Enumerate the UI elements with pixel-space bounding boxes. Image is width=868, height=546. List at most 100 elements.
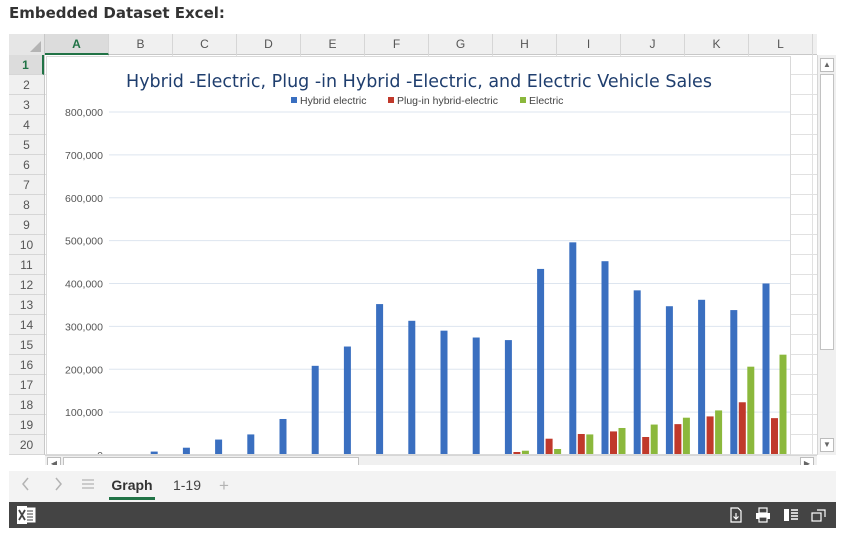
column-header-i[interactable]: I [557,34,621,55]
row-headers: 1 2 3 4 5 6 7 8 9 10 11 12 13 14 15 16 17 18 19 20 [9,55,45,455]
bar-1-2016 [674,424,682,454]
column-header-h[interactable]: H [493,34,557,55]
column-header-a[interactable]: A [45,34,109,55]
column-headers: ABCDEFGHIJKL [9,34,817,55]
bar-2-2013 [586,434,594,454]
bar-2-2016 [682,417,690,454]
excel-logo-icon [17,506,36,524]
bar-0-2012 [537,268,545,454]
bar-1-2013 [577,433,585,454]
bar-1-2018 [738,402,746,454]
bar-0-2009 [440,330,448,454]
row-header-18[interactable]: 18 [9,395,44,415]
row-header-14[interactable]: 14 [9,315,44,335]
legend-label: Hybrid electric [300,95,367,107]
bar-0-2014 [601,261,609,454]
hamburger-icon[interactable] [81,476,95,497]
row-header-9[interactable]: 9 [9,215,44,235]
vertical-scroll-thumb[interactable] [820,74,834,350]
row-header-3[interactable]: 3 [9,95,44,115]
y-tick-label: 400,000 [65,279,103,291]
row-header-5[interactable]: 5 [9,135,44,155]
scroll-down-button[interactable]: ▼ [820,438,834,452]
bar-0-2003 [247,434,255,454]
bar-2-2017 [715,410,723,454]
row-header-15[interactable]: 15 [9,335,44,355]
scroll-right-button[interactable]: ▶ [800,457,814,465]
row-header-11[interactable]: 11 [9,255,44,275]
bar-2-2018 [747,366,755,454]
bar-0-2013 [569,242,577,454]
bar-0-2002 [215,439,223,454]
bar-0-2016 [665,306,673,454]
add-sheet-icon[interactable]: + [219,476,229,496]
scroll-left-button[interactable]: ◀ [47,457,61,465]
bar-0-2001 [182,447,190,454]
bar-1-2015 [642,436,650,454]
bar-1-2014 [610,431,617,454]
tab-1-19[interactable]: 1-19 [169,474,205,500]
embedded-chart[interactable]: Hybrid -Electric, Plug -in Hybrid -Elect… [46,56,791,455]
row-header-12[interactable]: 12 [9,275,44,295]
bar-0-2007 [376,304,384,454]
row-header-7[interactable]: 7 [9,175,44,195]
legend-swatch [291,97,297,103]
bar-2-2019 [779,354,787,454]
print-icon[interactable] [755,507,771,523]
reading-view-icon[interactable] [783,507,799,523]
column-header-b[interactable]: B [109,34,173,55]
y-tick-label: 200,000 [65,364,103,376]
y-tick-label: 700,000 [65,150,103,162]
legend-swatch [520,97,526,103]
chart-title: Hybrid -Electric, Plug -in Hybrid -Elect… [126,72,712,92]
column-header-j[interactable]: J [621,34,685,55]
y-tick-label: 800,000 [65,107,103,119]
y-tick-label: 600,000 [65,193,103,205]
column-header-g[interactable]: G [429,34,493,55]
row-header-10[interactable]: 10 [9,235,44,255]
select-all-button[interactable] [9,34,45,55]
row-header-8[interactable]: 8 [9,195,44,215]
column-header-e[interactable]: E [301,34,365,55]
row-header-17[interactable]: 17 [9,375,44,395]
bar-0-2011 [504,340,512,454]
bar-1-2019 [771,418,778,454]
bar-1-2017 [706,416,714,454]
popout-icon[interactable] [811,507,827,523]
sheet-tab-bar: Graph 1-19 + [9,471,836,502]
y-tick-label: 500,000 [65,236,103,248]
grid-area: ABCDEFGHIJKL 1 2 3 4 5 6 7 8 9 10 11 12 13 14 15 16 17 18… [9,34,836,465]
column-header-f[interactable]: F [365,34,429,55]
row-header-1[interactable]: 1 [9,55,44,75]
column-header-d[interactable]: D [237,34,301,55]
legend-label: Plug-in hybrid-electric [397,95,498,107]
row-header-19[interactable]: 19 [9,415,44,435]
download-icon[interactable] [728,507,744,523]
row-header-2[interactable]: 2 [9,75,44,95]
legend-swatch [388,97,394,103]
bar-0-2010 [472,337,480,454]
bar-0-2018 [730,310,738,454]
vertical-scrollbar[interactable]: ▲ ▼ [817,55,836,455]
column-header-l[interactable]: L [749,34,813,55]
row-header-20[interactable]: 20 [9,435,44,455]
row-header-13[interactable]: 13 [9,295,44,315]
column-header-k[interactable]: K [685,34,749,55]
excel-workbook: ABCDEFGHIJKL 1 2 3 4 5 6 7 8 9 10 11 12 13 14 15 16 17 18… [9,34,836,528]
row-header-16[interactable]: 16 [9,355,44,375]
bar-0-2005 [311,365,319,454]
bar-1-2012 [545,438,553,454]
y-tick-label: 100,000 [65,407,103,419]
chevron-right-icon[interactable] [53,476,63,497]
column-header-c[interactable]: C [173,34,237,55]
tab-graph[interactable]: Graph [109,474,155,500]
chevron-left-icon[interactable] [21,476,31,497]
horizontal-scroll-thumb[interactable] [63,457,359,465]
bar-0-2015 [633,290,641,454]
row-header-4[interactable]: 4 [9,115,44,135]
scroll-up-button[interactable]: ▲ [820,58,834,72]
bar-0-2006 [343,346,351,454]
status-bar [9,502,836,528]
row-header-6[interactable]: 6 [9,155,44,175]
horizontal-scrollbar[interactable]: ◀ ▶ [45,455,817,465]
